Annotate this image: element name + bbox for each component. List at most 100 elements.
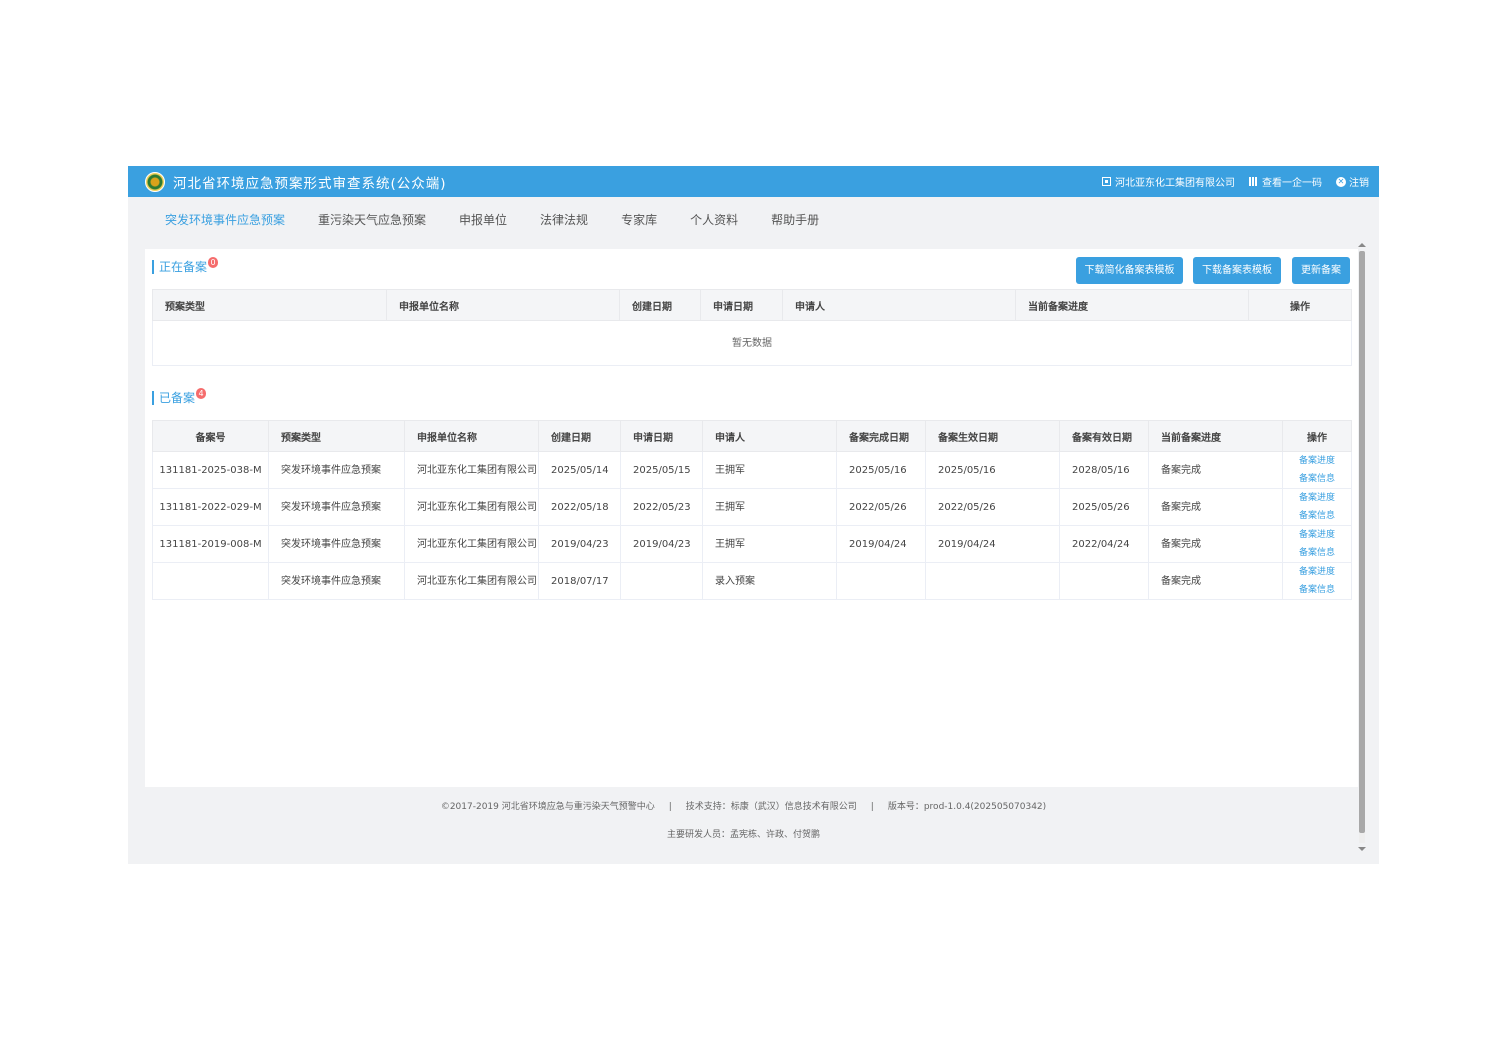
applied-date: 2019/04/23: [620, 525, 703, 563]
column-header: 操作: [1248, 289, 1352, 321]
update-filing-button[interactable]: 更新备案: [1292, 257, 1350, 284]
plan-type: 突发环境事件应急预案: [268, 562, 405, 600]
progress-status: 备案完成: [1148, 562, 1283, 600]
column-header: 操作: [1282, 420, 1352, 452]
top-right-links: 河北亚东化工集团有限公司 查看一企一码 ✕ 注销: [1088, 174, 1379, 189]
section-title-filed-text: 已备案: [159, 391, 196, 405]
filing-number: 131181-2019-008-M: [152, 525, 269, 563]
effective-date: [925, 562, 1060, 600]
view-code-label: 查看一企一码: [1262, 178, 1322, 189]
effective-date: 2019/04/24: [925, 525, 1060, 563]
company-link[interactable]: 河北亚东化工集团有限公司: [1102, 174, 1235, 189]
plan-type: 突发环境事件应急预案: [268, 488, 405, 526]
applicant: 王拥军: [702, 451, 837, 489]
progress-status: 备案完成: [1148, 525, 1283, 563]
footer-support: 技术支持：标康（武汉）信息技术有限公司: [685, 802, 857, 812]
column-header: 申请人: [702, 420, 837, 452]
footer-divider: |: [870, 802, 874, 812]
view-code-link[interactable]: 查看一企一码: [1249, 174, 1322, 189]
app-title: 河北省环境应急预案形式审查系统(公众端): [173, 175, 447, 192]
column-header: 申请人: [782, 289, 1016, 321]
section-title-filing-text: 正在备案: [159, 260, 208, 274]
filed-table-header: 备案号 预案类型 申报单位名称 创建日期 申请日期 申请人 备案完成日期 备案生…: [152, 420, 1352, 452]
nav-profile[interactable]: 个人资料: [690, 211, 738, 228]
nav-emergency-plan[interactable]: 突发环境事件应急预案: [165, 211, 285, 228]
completed-date: 2022/05/26: [836, 488, 926, 526]
plan-type: 突发环境事件应急预案: [268, 525, 405, 563]
created-date: 2019/04/23: [538, 525, 621, 563]
logout-label: 注销: [1349, 178, 1369, 189]
scrollbar-thumb[interactable]: [1359, 251, 1365, 833]
footer-copyright: ©2017-2019 河北省环境应急与重污染天气预警中心: [440, 802, 655, 812]
created-date: 2022/05/18: [538, 488, 621, 526]
view-info-link[interactable]: 备案信息: [1283, 544, 1351, 562]
nav-reporting-unit[interactable]: 申报单位: [459, 211, 507, 228]
table-row: 突发环境事件应急预案 河北亚东化工集团有限公司 2018/07/17 录入预案 …: [152, 562, 1352, 600]
row-actions: 备案进度 备案信息: [1282, 488, 1352, 526]
download-simplified-template-button[interactable]: 下载简化备案表模板: [1076, 257, 1183, 284]
view-progress-link[interactable]: 备案进度: [1283, 526, 1351, 544]
footer-version: 版本号：prod-1.0.4(202505070342): [887, 802, 1047, 812]
created-date: 2018/07/17: [538, 562, 621, 600]
view-info-link[interactable]: 备案信息: [1283, 470, 1351, 488]
top-bar: 河北省环境应急预案形式审查系统(公众端) 河北亚东化工集团有限公司 查看一企一码…: [128, 166, 1379, 197]
filing-count-badge: 0: [208, 257, 219, 268]
column-header: 预案类型: [152, 289, 387, 321]
applicant: 王拥军: [702, 525, 837, 563]
download-template-button[interactable]: 下载备案表模板: [1193, 257, 1281, 284]
applied-date: 2022/05/23: [620, 488, 703, 526]
effective-date: 2022/05/26: [925, 488, 1060, 526]
view-progress-link[interactable]: 备案进度: [1283, 452, 1351, 470]
footer-developers: 主要研发人员：孟宪栋、许政、付贺鹏: [666, 830, 820, 840]
view-info-link[interactable]: 备案信息: [1283, 581, 1351, 599]
table-row: 131181-2019-008-M 突发环境事件应急预案 河北亚东化工集团有限公…: [152, 525, 1352, 563]
filing-number: 131181-2022-029-M: [152, 488, 269, 526]
effective-date: 2025/05/16: [925, 451, 1060, 489]
completed-date: 2019/04/24: [836, 525, 926, 563]
applied-date: 2025/05/15: [620, 451, 703, 489]
company-name: 河北亚东化工集团有限公司: [1115, 178, 1235, 189]
column-header: 申报单位名称: [404, 420, 539, 452]
column-header: 创建日期: [619, 289, 701, 321]
view-info-link[interactable]: 备案信息: [1283, 507, 1351, 525]
unit-name: 河北亚东化工集团有限公司: [404, 562, 539, 600]
progress-status: 备案完成: [1148, 488, 1283, 526]
table-row: 131181-2022-029-M 突发环境事件应急预案 河北亚东化工集团有限公…: [152, 488, 1352, 526]
footer-info-row: ©2017-2019 河北省环境应急与重污染天气预警中心 | 技术支持：标康（武汉）…: [128, 799, 1359, 812]
column-header: 预案类型: [268, 420, 405, 452]
app-window: 河北省环境应急预案形式审查系统(公众端) 河北亚东化工集团有限公司 查看一企一码…: [128, 166, 1379, 864]
scroll-down-arrow-icon[interactable]: [1358, 847, 1366, 851]
vertical-scrollbar[interactable]: [1357, 241, 1367, 855]
qr-code-icon: [1249, 177, 1258, 186]
row-actions: 备案进度 备案信息: [1282, 562, 1352, 600]
column-header: 当前备案进度: [1015, 289, 1249, 321]
progress-status: 备案完成: [1148, 451, 1283, 489]
unit-name: 河北亚东化工集团有限公司: [404, 488, 539, 526]
column-header: 申请日期: [620, 420, 703, 452]
valid-date: [1059, 562, 1149, 600]
valid-date: 2025/05/26: [1059, 488, 1149, 526]
completed-date: [836, 562, 926, 600]
completed-date: 2025/05/16: [836, 451, 926, 489]
row-actions: 备案进度 备案信息: [1282, 451, 1352, 489]
column-header: 当前备案进度: [1148, 420, 1283, 452]
view-progress-link[interactable]: 备案进度: [1283, 489, 1351, 507]
close-circle-icon: ✕: [1336, 176, 1346, 187]
nav-experts[interactable]: 专家库: [621, 211, 657, 228]
column-header: 备案有效日期: [1059, 420, 1149, 452]
valid-date: 2028/05/16: [1059, 451, 1149, 489]
applicant: 录入预案: [702, 562, 837, 600]
section-title-filing: 正在备案 0: [152, 257, 219, 274]
column-header: 申报单位名称: [386, 289, 620, 321]
scroll-up-arrow-icon[interactable]: [1358, 243, 1366, 247]
nav-help[interactable]: 帮助手册: [771, 211, 819, 228]
row-actions: 备案进度 备案信息: [1282, 525, 1352, 563]
logout-link[interactable]: ✕ 注销: [1336, 174, 1369, 189]
view-progress-link[interactable]: 备案进度: [1283, 563, 1351, 581]
filing-table-header: 预案类型 申报单位名称 创建日期 申请日期 申请人 当前备案进度 操作: [152, 289, 1352, 321]
unit-name: 河北亚东化工集团有限公司: [404, 451, 539, 489]
column-header: 创建日期: [538, 420, 621, 452]
filing-number: [152, 562, 269, 600]
nav-laws[interactable]: 法律法规: [540, 211, 588, 228]
nav-heavy-pollution-plan[interactable]: 重污染天气应急预案: [318, 211, 426, 228]
